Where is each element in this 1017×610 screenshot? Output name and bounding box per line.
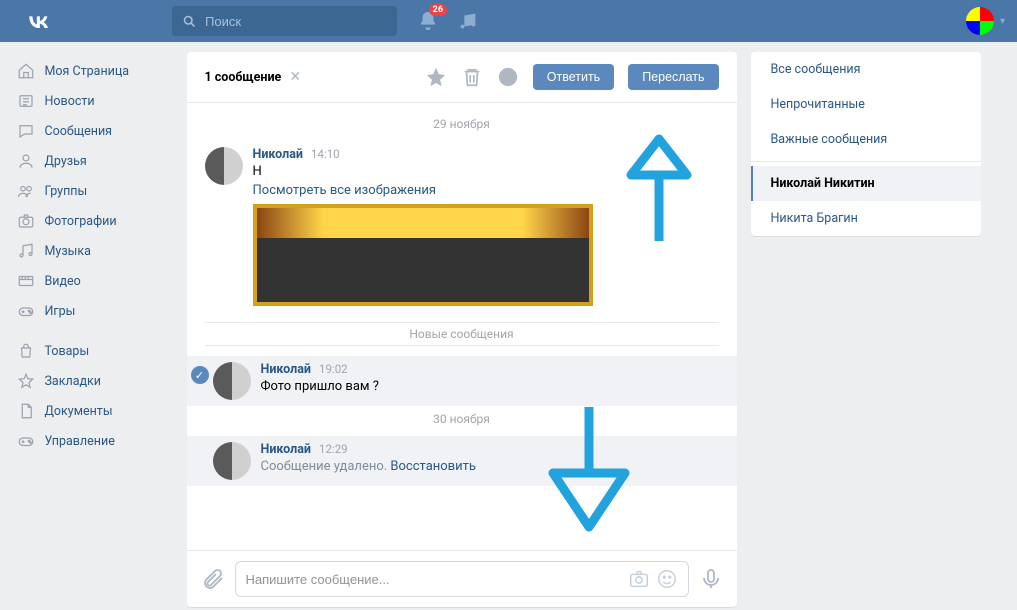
nav-item-star[interactable]: Закладки (9, 366, 173, 396)
doc-icon (17, 402, 35, 420)
reply-button[interactable]: Ответить (533, 64, 614, 90)
notif-badge: 26 (429, 4, 447, 16)
bag-icon (17, 342, 35, 360)
nav-item-groups[interactable]: Группы (9, 176, 173, 206)
camera-icon (17, 212, 35, 230)
mic-icon[interactable] (699, 567, 723, 591)
view-all-images-link[interactable]: Посмотреть все изображения (253, 183, 719, 198)
chat-panel: 1 сообщение ✕ Ответить Переслать (187, 52, 737, 607)
nav-label: Игры (45, 304, 76, 319)
news-icon (17, 92, 35, 110)
message-time: 12:29 (319, 442, 348, 456)
restore-link[interactable]: Восстановить (390, 459, 476, 474)
nav-item-music[interactable]: Музыка (9, 236, 173, 266)
gamepad-icon (17, 432, 35, 450)
games-icon (17, 302, 35, 320)
nav-label: Новости (45, 94, 95, 109)
trash-icon[interactable] (461, 66, 483, 88)
sender-avatar[interactable] (213, 442, 251, 480)
sender-name[interactable]: Николай (261, 362, 311, 377)
user-avatar (966, 7, 994, 35)
message-row[interactable]: Николай 14:10 Н Посмотреть все изображен… (187, 141, 737, 312)
filter-important[interactable]: Важные сообщения (751, 122, 981, 157)
video-icon (17, 272, 35, 290)
conversation-item[interactable]: Никита Брагин (751, 201, 981, 236)
conversation-item[interactable]: Николай Никитин (751, 166, 981, 201)
left-sidebar: Моя Страница Новости Сообщения Друзья Группы… (9, 52, 173, 607)
emoji-icon[interactable] (656, 568, 678, 590)
nav-label: Сообщения (45, 124, 113, 139)
vk-logo[interactable] (24, 7, 52, 35)
date-separator: 29 ноября (187, 111, 737, 141)
check-icon: ✓ (191, 366, 209, 384)
forward-button[interactable]: Переслать (628, 64, 718, 90)
nav-label: Музыка (45, 244, 91, 259)
message-input[interactable] (246, 572, 622, 587)
nav-item-doc[interactable]: Документы (9, 396, 173, 426)
nav-label: Товары (45, 344, 90, 359)
nav-label: Группы (45, 184, 88, 199)
profile-menu[interactable]: ▾ (966, 7, 1005, 35)
deleted-message-label: Сообщение удалено. Восстановить (261, 459, 719, 474)
nav-item-games[interactable]: Игры (9, 296, 173, 326)
nav-item-gamepad[interactable]: Управление (9, 426, 173, 456)
chat-header: 1 сообщение ✕ Ответить Переслать (187, 52, 737, 103)
new-messages-separator: Новые сообщения (205, 322, 719, 346)
message-text: Н (253, 164, 719, 179)
music-icon[interactable] (457, 10, 479, 32)
nav-label: Закладки (45, 374, 102, 389)
nav-label: Друзья (45, 154, 87, 169)
home-icon (17, 62, 35, 80)
sender-name[interactable]: Николай (253, 147, 303, 162)
nav-item-news[interactable]: Новости (9, 86, 173, 116)
message-input-box[interactable] (235, 561, 689, 597)
search-box[interactable] (172, 6, 397, 36)
nav-item-chat[interactable]: Сообщения (9, 116, 173, 146)
clear-selection-icon[interactable]: ✕ (289, 69, 301, 85)
chat-body: 29 ноября Николай 14:10 Н Посмотреть все… (187, 103, 737, 550)
nav-label: Видео (45, 274, 81, 289)
sender-name[interactable]: Николай (261, 442, 311, 457)
top-header: 26 ▾ (0, 0, 1017, 42)
message-row[interactable]: Николай 12:29 Сообщение удалено. Восстан… (187, 436, 737, 486)
chat-icon (17, 122, 35, 140)
attach-icon[interactable] (201, 567, 225, 591)
notifications-icon[interactable]: 26 (417, 10, 439, 32)
nav-label: Управление (45, 434, 115, 449)
nav-item-bag[interactable]: Товары (9, 336, 173, 366)
filter-unread[interactable]: Непрочитанные (751, 87, 981, 122)
music-icon (17, 242, 35, 260)
star-icon[interactable] (425, 66, 447, 88)
nav-label: Моя Страница (45, 64, 130, 79)
sender-avatar[interactable] (205, 147, 243, 185)
star-icon (17, 372, 35, 390)
camera-icon[interactable] (628, 568, 650, 590)
sender-avatar[interactable] (213, 362, 251, 400)
chevron-down-icon: ▾ (1000, 16, 1005, 27)
message-time: 19:02 (319, 362, 348, 376)
groups-icon (17, 182, 35, 200)
spam-icon[interactable] (497, 66, 519, 88)
nav-item-home[interactable]: Моя Страница (9, 56, 173, 86)
nav-label: Документы (45, 404, 113, 419)
selection-count: 1 сообщение (205, 70, 282, 85)
search-input[interactable] (205, 14, 387, 29)
chat-input-row (187, 550, 737, 607)
message-time: 14:10 (311, 147, 340, 161)
message-row[interactable]: ✓ Николай 19:02 Фото пришло вам ? (187, 356, 737, 406)
message-image[interactable] (253, 204, 593, 306)
nav-item-camera[interactable]: Фотографии (9, 206, 173, 236)
filter-all[interactable]: Все сообщения (751, 52, 981, 87)
nav-item-friends[interactable]: Друзья (9, 146, 173, 176)
friends-icon (17, 152, 35, 170)
nav-item-video[interactable]: Видео (9, 266, 173, 296)
right-sidebar: Все сообщения Непрочитанные Важные сообщ… (751, 52, 981, 236)
message-text: Фото пришло вам ? (261, 379, 719, 394)
nav-label: Фотографии (45, 214, 117, 229)
date-separator: 30 ноября (187, 406, 737, 436)
